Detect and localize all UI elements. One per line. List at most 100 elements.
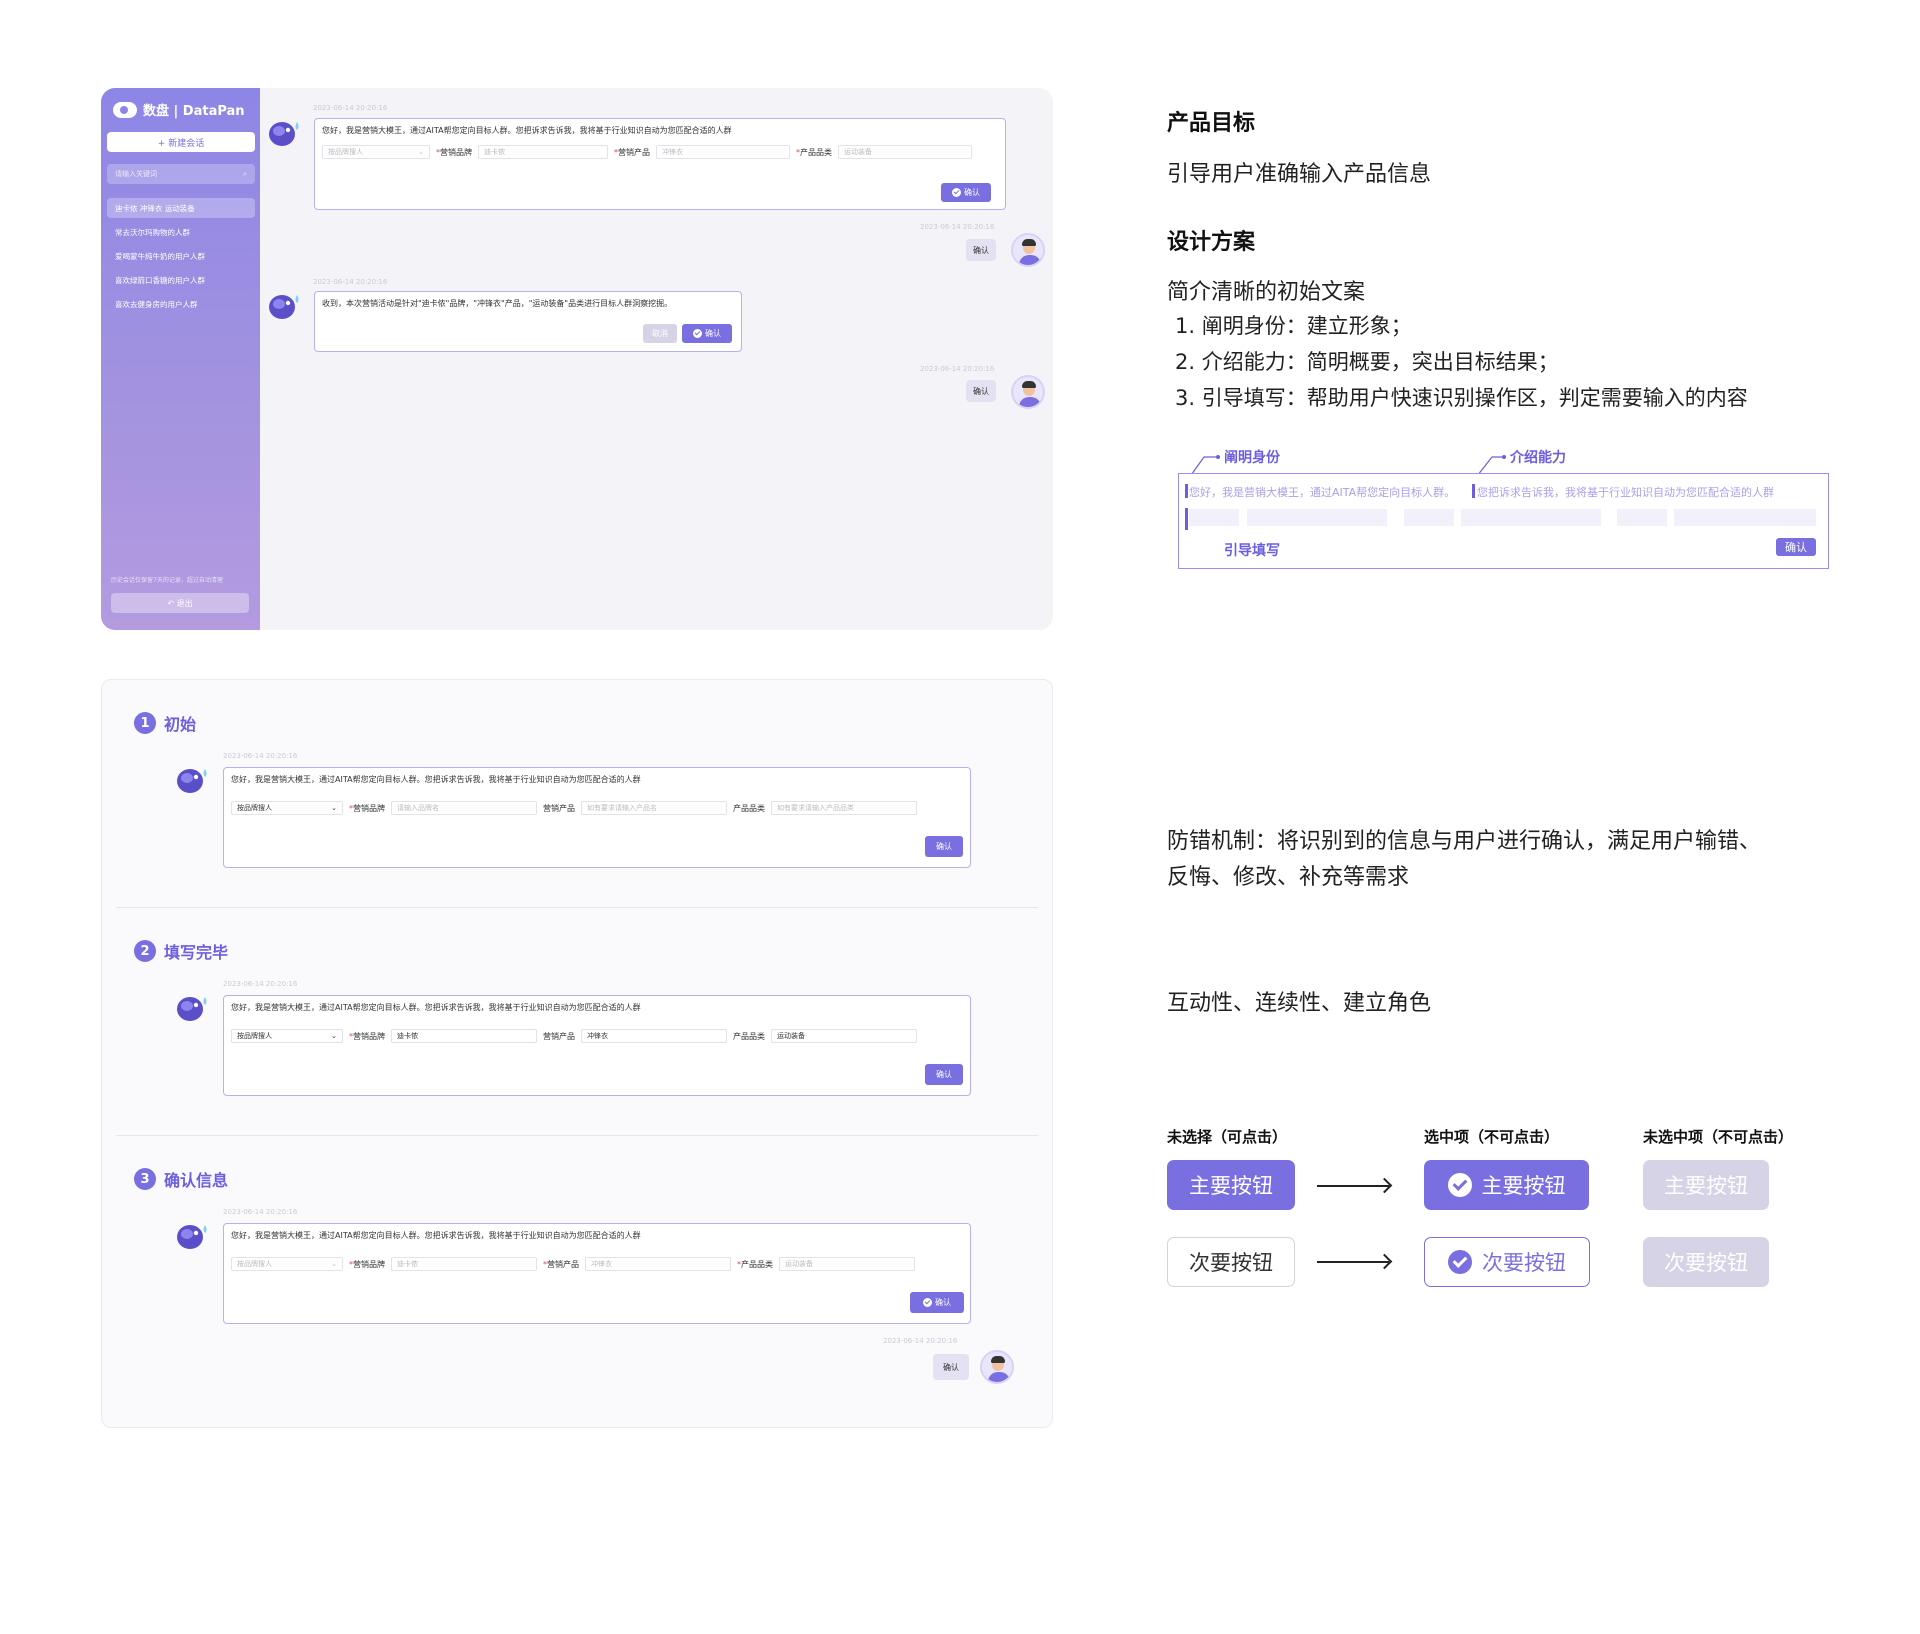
message-timestamp: 2023-06-14 20:20:16 <box>223 980 298 988</box>
logout-button[interactable]: ↶ 退出 <box>111 593 249 613</box>
primary-button-default[interactable]: 主要按钮 <box>1167 1160 1295 1210</box>
callout-identity-text: 您好，我是营销大模王，通过AITA帮您定向目标人群。 <box>1189 486 1456 499</box>
user-avatar <box>1011 375 1045 409</box>
confirm-button[interactable]: 确认 <box>925 1064 963 1085</box>
confirm-button[interactable]: 确认 <box>941 183 991 202</box>
brand-search-select[interactable]: 按品牌搜人 ⌄ <box>231 1029 343 1043</box>
user-reply-bubble: 确认 <box>933 1354 969 1380</box>
secondary-button-selected: 次要按钮 <box>1424 1237 1590 1287</box>
category-label: 产品品类 <box>733 803 765 813</box>
arrow-right-icon <box>1317 1185 1389 1187</box>
history-search-input[interactable]: 请输入关键词 ⌕ <box>107 164 255 184</box>
category-input[interactable]: 运动装备 <box>771 1029 917 1043</box>
chevron-down-icon: ⌄ <box>331 1032 337 1040</box>
brand-input[interactable]: 请输入品牌名 <box>391 801 537 815</box>
step-number: 1 <box>134 712 156 734</box>
category-input[interactable]: 运动装备 <box>779 1257 915 1271</box>
message-timestamp: 2023-06-14 20:20:16 <box>313 278 388 286</box>
brand-search-select[interactable]: 按品牌搜人 ⌄ <box>231 1257 343 1271</box>
product-input[interactable]: 如有要求请输入产品名 <box>581 801 727 815</box>
step-number: 3 <box>134 1168 156 1190</box>
brand-search-select[interactable]: 按品牌搜人 ⌄ <box>231 801 343 815</box>
category-input[interactable]: 运动装备 <box>838 145 972 159</box>
user-avatar <box>980 1350 1014 1384</box>
brand-input[interactable]: 迪卡侬 <box>391 1257 537 1271</box>
bot-fish-avatar-icon <box>177 769 207 793</box>
secondary-button-disabled: 次要按钮 <box>1643 1237 1769 1287</box>
step-number: 2 <box>134 940 156 962</box>
brand-input[interactable]: 迪卡侬 <box>478 145 608 159</box>
goal-title: 产品目标 <box>1167 111 1256 136</box>
bot-reply-text: 收到，本次营销活动是针对"迪卡侬"品牌，"冲锋衣"产品，"运动装备"品类进行目标… <box>322 299 673 308</box>
annotation-guide: 引导填写 <box>1224 543 1280 559</box>
product-input[interactable]: 冲锋衣 <box>581 1029 727 1043</box>
confirm-button[interactable]: 确认 <box>682 324 732 343</box>
product-label: *营销产品 <box>614 147 650 157</box>
brand-label: *营销品牌 <box>349 803 385 813</box>
confirm-button[interactable]: 确认 <box>910 1292 964 1313</box>
category-label: *产品品类 <box>796 147 832 157</box>
history-footer-note: 历史会话仅保留7天的记录，超过自动清理 <box>111 577 223 584</box>
message-timestamp: 2023-06-14 20:20:16 <box>920 365 995 373</box>
check-circle-icon <box>1447 1173 1472 1197</box>
interaction-text: 互动性、连续性、建立角色 <box>1167 991 1432 1016</box>
message-timestamp: 2023-06-14 20:20:16 <box>883 1337 958 1345</box>
history-item[interactable]: 常去沃尔玛购物的人群 <box>107 222 255 242</box>
product-label: 营销产品 <box>543 1031 575 1041</box>
product-form-row: 按品牌搜人 ⌄ *营销品牌 迪卡侬 *营销产品 冲锋衣 *产品品类 运动装备 <box>322 145 972 159</box>
design-title: 设计方案 <box>1167 230 1256 255</box>
bot-message-bubble: 您好，我是营销大模王，通过AITA帮您定向目标人群。您把诉求告诉我，我将基于行业… <box>223 995 971 1096</box>
check-icon <box>923 1298 932 1307</box>
bot-fish-avatar-icon <box>177 1225 207 1249</box>
message-timestamp: 2023-06-14 20:20:16 <box>223 1208 298 1216</box>
product-input[interactable]: 冲锋衣 <box>585 1257 731 1271</box>
primary-button-disabled: 主要按钮 <box>1643 1160 1769 1210</box>
category-label: 产品品类 <box>733 1031 765 1041</box>
new-chat-button[interactable]: + 新建会话 <box>107 132 255 152</box>
bot-fish-avatar-icon <box>269 122 299 146</box>
bot-message-bubble: 您好，我是营销大模王，通过AITA帮您定向目标人群。您把诉求告诉我，我将基于行业… <box>223 767 971 868</box>
product-label: 营销产品 <box>543 803 575 813</box>
brand-search-select[interactable]: 按品牌搜人 ⌄ <box>322 145 430 159</box>
bot-greeting-text: 您好，我是营销大模王，通过AITA帮您定向目标人群。您把诉求告诉我，我将基于行业… <box>322 126 732 135</box>
history-item[interactable]: 迪卡侬 冲锋衣 运动装备 <box>107 198 255 218</box>
user-reply-bubble: 确认 <box>966 239 996 261</box>
arrow-right-icon <box>1317 1261 1389 1263</box>
state-label-selected: 选中项（不可点击） <box>1424 1128 1560 1146</box>
brand-label: *营销品牌 <box>436 147 472 157</box>
product-input[interactable]: 冲锋衣 <box>656 145 790 159</box>
cancel-button[interactable]: 取消 <box>643 324 677 343</box>
confirm-button[interactable]: 确认 <box>925 836 963 857</box>
history-item[interactable]: 爱喝蒙牛纯牛奶的用户人群 <box>107 246 255 266</box>
callout-confirm-button: 确认 <box>1776 538 1816 556</box>
design-item: 2. 介绍能力：简明概要，突出目标结果； <box>1175 350 1559 374</box>
bot-reply-bubble: 收到，本次营销活动是针对"迪卡侬"品牌，"冲锋衣"产品，"运动装备"品类进行目标… <box>314 291 742 352</box>
step-title: 1 初始 <box>134 711 196 735</box>
app-logo: 数盘 | DataPan <box>113 100 245 119</box>
step-title: 2 填写完毕 <box>134 939 228 963</box>
chevron-down-icon: ⌄ <box>331 1260 337 1268</box>
chevron-down-icon: ⌄ <box>331 804 337 812</box>
secondary-button-default[interactable]: 次要按钮 <box>1167 1237 1295 1287</box>
fish-logo-icon <box>113 101 137 118</box>
product-label: *营销产品 <box>543 1259 579 1269</box>
bot-fish-avatar-icon <box>269 295 299 319</box>
bot-message-bubble: 您好，我是营销大模王，通过AITA帮您定向目标人群。您把诉求告诉我，我将基于行业… <box>314 118 1006 210</box>
logout-icon: ↶ <box>167 598 177 608</box>
category-input[interactable]: 如有要求请输入产品品类 <box>771 801 917 815</box>
check-icon <box>952 188 961 197</box>
message-timestamp: 2023-06-14 20:20:16 <box>223 752 298 760</box>
brand-label: *营销品牌 <box>349 1259 385 1269</box>
brand-input[interactable]: 迪卡侬 <box>391 1029 537 1043</box>
history-item[interactable]: 喜欢绿箭口香糖的用户人群 <box>107 270 255 290</box>
sidebar: 数盘 | DataPan + 新建会话 请输入关键词 ⌕ 迪卡侬 冲锋衣 运动装备… <box>101 88 260 630</box>
state-label-disabled: 未选中项（不可点击） <box>1643 1128 1794 1146</box>
user-avatar <box>1011 233 1045 267</box>
history-item[interactable]: 喜欢去健身房的用户人群 <box>107 294 255 314</box>
design-intro: 简介清晰的初始文案 <box>1167 280 1366 305</box>
app-mockup: 数盘 | DataPan + 新建会话 请输入关键词 ⌕ 迪卡侬 冲锋衣 运动装备… <box>101 88 1053 630</box>
goal-text: 引导用户准确输入产品信息 <box>1167 162 1432 187</box>
design-item: 3. 引导填写：帮助用户快速识别操作区，判定需要输入的内容 <box>1175 386 1748 410</box>
bot-fish-avatar-icon <box>177 997 207 1021</box>
state-label-unselected: 未选择（可点击） <box>1167 1128 1288 1146</box>
